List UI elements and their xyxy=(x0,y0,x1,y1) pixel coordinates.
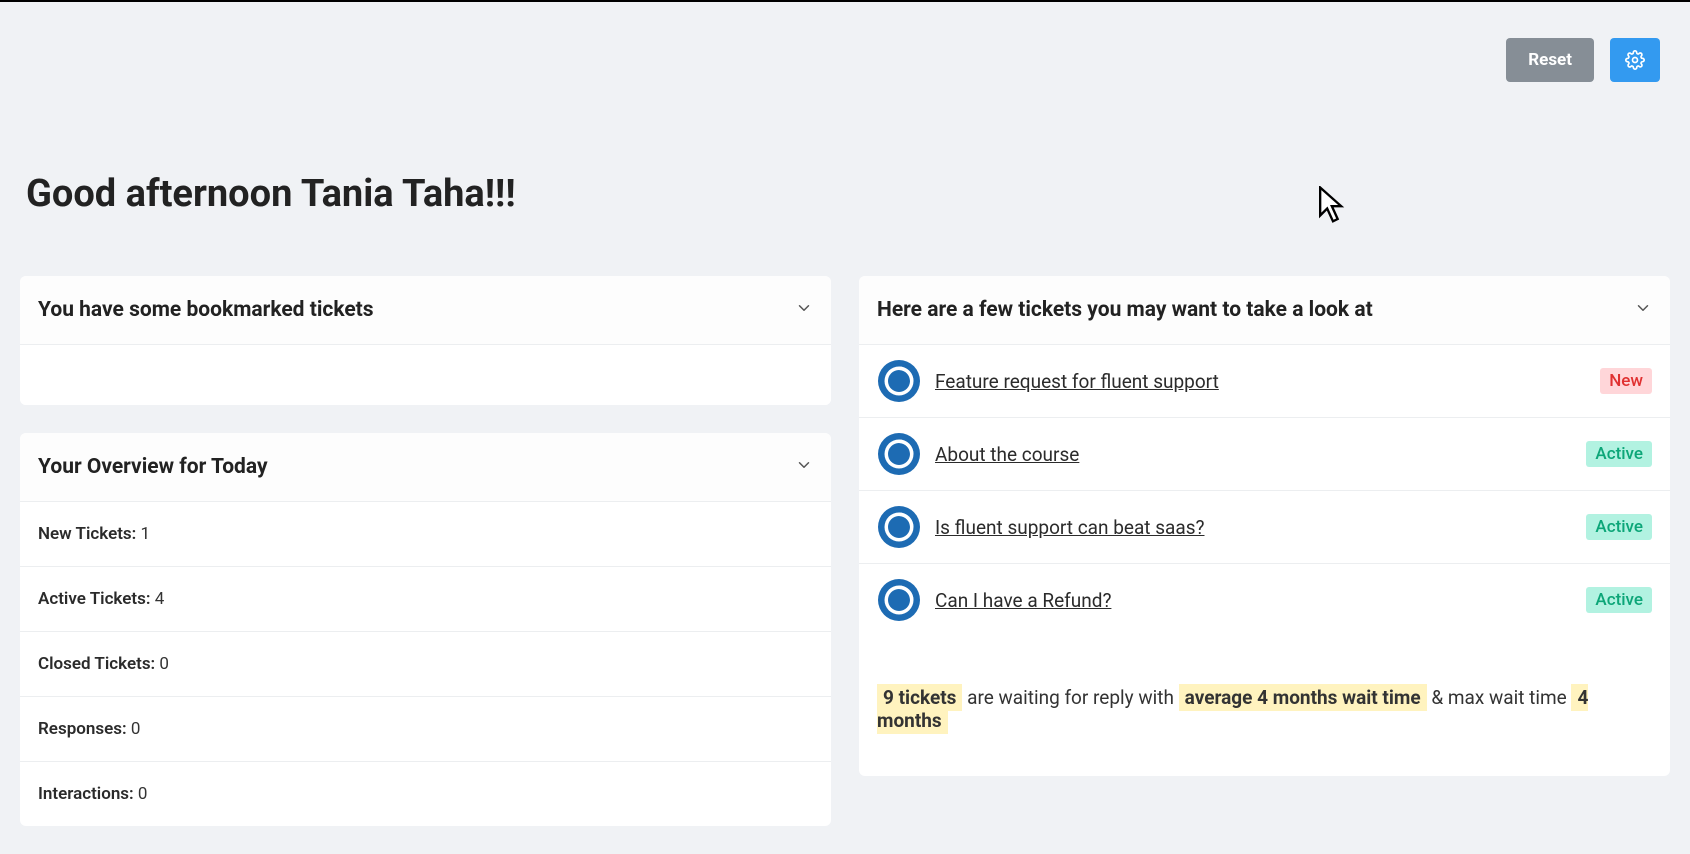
suggested-header[interactable]: Here are a few tickets you may want to t… xyxy=(859,276,1670,345)
overview-card: Your Overview for Today New Tickets: 1Ac… xyxy=(20,433,831,826)
status-badge: Active xyxy=(1586,587,1652,613)
status-badge: Active xyxy=(1586,514,1652,540)
overview-row-label: Active Tickets: xyxy=(38,589,150,609)
overview-header[interactable]: Your Overview for Today xyxy=(20,433,831,502)
suggested-card: Here are a few tickets you may want to t… xyxy=(859,276,1670,776)
overview-row: Responses: 0 xyxy=(20,697,831,762)
ticket-row: Can I have a Refund?Active xyxy=(859,564,1670,636)
overview-row: Interactions: 0 xyxy=(20,762,831,826)
suggested-title: Here are a few tickets you may want to t… xyxy=(877,298,1373,322)
gear-icon xyxy=(1625,50,1645,70)
overview-row-value: 0 xyxy=(134,784,148,804)
avatar xyxy=(877,432,921,476)
overview-row-value: 4 xyxy=(150,589,164,609)
overview-row: Closed Tickets: 0 xyxy=(20,632,831,697)
bookmarks-title: You have some bookmarked tickets xyxy=(38,298,374,322)
ticket-summary: 9 tickets are waiting for reply with ave… xyxy=(859,636,1670,776)
ticket-link[interactable]: Is fluent support can beat saas? xyxy=(935,516,1586,539)
chevron-down-icon xyxy=(1634,299,1652,321)
overview-row-label: Closed Tickets: xyxy=(38,654,155,674)
page-greeting: Good afternoon Tania Taha!!! xyxy=(20,172,1670,216)
ticket-row: Is fluent support can beat saas?Active xyxy=(859,491,1670,564)
avatar xyxy=(877,505,921,549)
avatar xyxy=(877,359,921,403)
reset-button[interactable]: Reset xyxy=(1506,38,1594,82)
chevron-down-icon xyxy=(795,456,813,478)
col-right: Here are a few tickets you may want to t… xyxy=(859,276,1670,854)
overview-list: New Tickets: 1Active Tickets: 4Closed Ti… xyxy=(20,502,831,826)
bookmarks-card: You have some bookmarked tickets xyxy=(20,276,831,405)
overview-title: Your Overview for Today xyxy=(38,455,268,479)
settings-button[interactable] xyxy=(1610,38,1660,82)
status-badge: New xyxy=(1600,368,1652,394)
ticket-row: About the courseActive xyxy=(859,418,1670,491)
avatar xyxy=(877,578,921,622)
overview-row-label: Interactions: xyxy=(38,784,134,804)
overview-row-value: 0 xyxy=(155,654,169,674)
ticket-row: Feature request for fluent supportNew xyxy=(859,345,1670,418)
ticket-link[interactable]: About the course xyxy=(935,443,1586,466)
ticket-link[interactable]: Can I have a Refund? xyxy=(935,589,1586,612)
ticket-link[interactable]: Feature request for fluent support xyxy=(935,370,1600,393)
overview-row-value: 1 xyxy=(136,524,150,544)
overview-row-label: New Tickets: xyxy=(38,524,136,544)
ticket-list: Feature request for fluent supportNewAbo… xyxy=(859,345,1670,636)
bookmarks-header[interactable]: You have some bookmarked tickets xyxy=(20,276,831,345)
overview-row-value: 0 xyxy=(127,719,141,739)
col-left: You have some bookmarked tickets Your Ov… xyxy=(20,276,831,854)
overview-row: Active Tickets: 4 xyxy=(20,567,831,632)
summary-text2: & max wait time xyxy=(1427,686,1572,709)
columns: You have some bookmarked tickets Your Ov… xyxy=(20,276,1670,854)
topbar: Reset xyxy=(20,2,1670,82)
chevron-down-icon xyxy=(795,299,813,321)
status-badge: Active xyxy=(1586,441,1652,467)
summary-text1: are waiting for reply with xyxy=(962,686,1178,709)
bookmarks-body xyxy=(20,345,831,405)
overview-row-label: Responses: xyxy=(38,719,127,739)
overview-row: New Tickets: 1 xyxy=(20,502,831,567)
summary-avg: average 4 months wait time xyxy=(1179,684,1427,711)
